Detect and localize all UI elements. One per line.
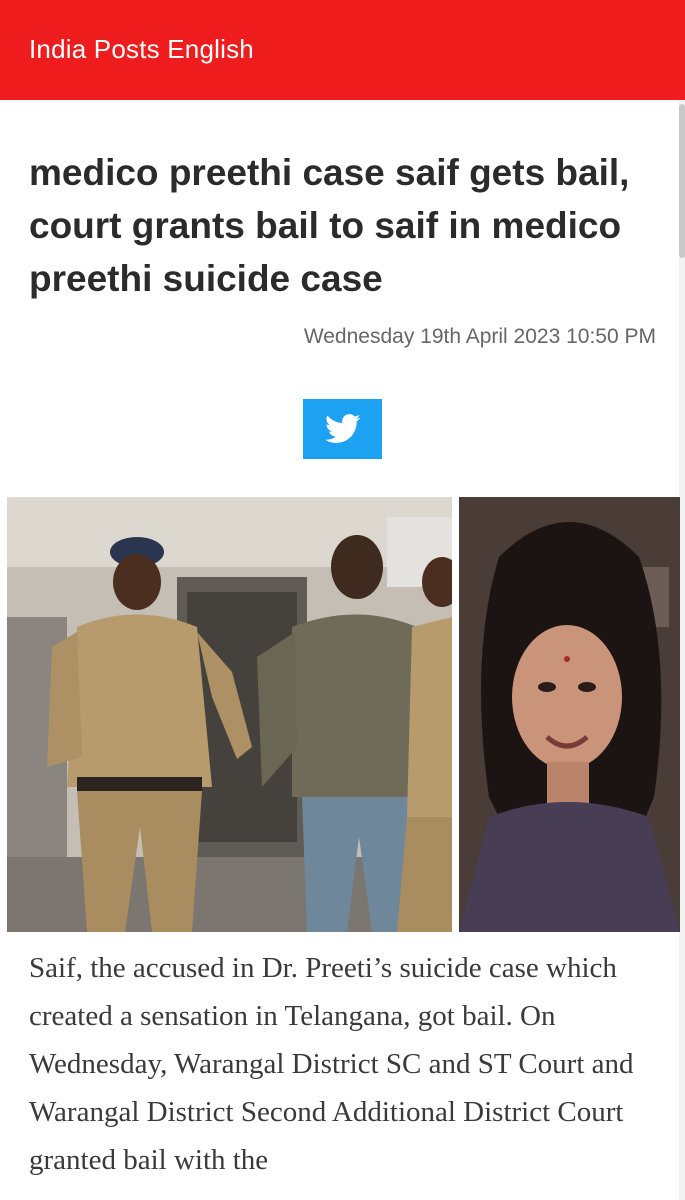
twitter-bird-icon [324, 414, 360, 443]
twitter-share-button[interactable] [303, 399, 382, 459]
police-escorting-accused-photo [7, 497, 452, 932]
victim-portrait-photo [459, 497, 680, 932]
article-date: Wednesday 19th April 2023 10:50 PM [303, 325, 656, 348]
top-header-bar: India Posts English [0, 0, 685, 100]
article-headline: medico preethi case saif gets bail, cour… [29, 152, 630, 299]
article-body-text: Saif, the accused in Dr. Preeti’s suicid… [29, 952, 634, 1176]
site-title-link[interactable]: India Posts English [29, 34, 254, 65]
scrollbar-thumb[interactable] [679, 104, 685, 258]
photo-divider [452, 497, 459, 932]
